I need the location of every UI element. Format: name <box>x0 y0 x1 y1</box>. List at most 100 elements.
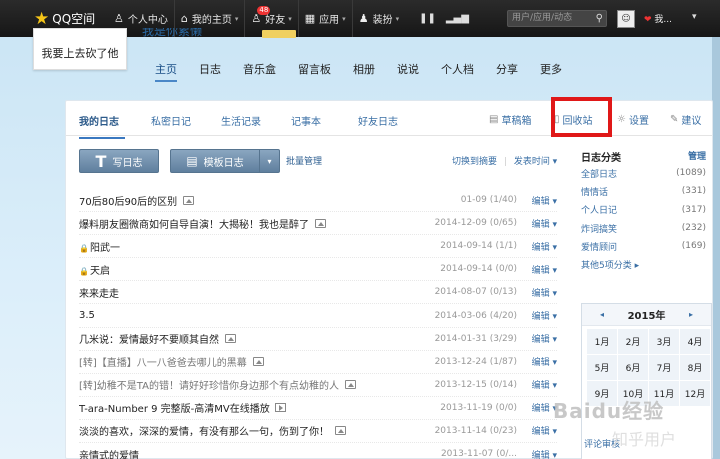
blog-post-row[interactable]: 几米说：爱情最好不要顺其自然 2014-01-31 (3/29) 编辑 ▾ <box>79 328 557 351</box>
post-title[interactable]: 几米说：爱情最好不要顺其自然 <box>79 331 219 346</box>
subtab-2[interactable]: 生活记录 <box>221 113 261 128</box>
profile-avatar[interactable]: 我要上去砍了他 <box>33 28 127 70</box>
tab-0[interactable]: 主页 <box>155 61 177 82</box>
search-icon[interactable]: ⚲ <box>596 11 603 26</box>
tab-1[interactable]: 日志 <box>199 61 221 82</box>
edit-dropdown[interactable]: 编辑 ▾ <box>532 309 557 322</box>
action-2[interactable]: ☼ 设置 <box>617 112 649 127</box>
edit-dropdown[interactable]: 编辑 ▾ <box>532 332 557 345</box>
month-cell[interactable]: 6月 <box>618 355 648 380</box>
post-title-text: 来来走走 <box>79 288 119 300</box>
month-cell[interactable]: 5月 <box>587 355 617 380</box>
category-item[interactable]: 爱情顾问 (169) <box>581 237 710 255</box>
post-stats: (1/87) <box>489 356 517 367</box>
blog-post-row[interactable]: 淡淡的喜欢，深深的爱情，有没有那么一句，伤到了你！ 2013-11-14 (0/2… <box>79 420 557 444</box>
edit-dropdown[interactable]: 编辑 ▾ <box>532 378 557 391</box>
blog-post-row[interactable]: [转]【直播】八一八爸爸去哪儿的黑幕 2013-12-24 (1/87) 编辑 ▾ <box>79 351 557 374</box>
category-item[interactable]: 个人日记 (317) <box>581 201 710 219</box>
post-title[interactable]: 亲情式的爱情 <box>79 447 139 459</box>
category-item[interactable]: 情情话 (331) <box>581 182 710 200</box>
post-title[interactable]: [转]幼稚不是TA的错！请好好珍惜你身边那个有点幼稚的人 <box>79 377 339 392</box>
post-title[interactable]: T-ara-Number 9 完整版-高清MV在线播放 <box>79 400 270 415</box>
subtab-0[interactable]: 我的日志 <box>79 113 125 139</box>
blog-post-row[interactable]: 来来走走 2014-08-07 (0/13) 编辑 ▾ <box>79 281 557 305</box>
edit-dropdown[interactable]: 编辑 ▾ <box>532 424 557 437</box>
text-icon: T <box>95 151 107 171</box>
avatar[interactable]: ☺ <box>617 10 635 28</box>
edit-dropdown[interactable]: 编辑 ▾ <box>532 217 557 230</box>
chevron-left-icon[interactable]: ◂ <box>600 310 604 319</box>
batch-manage-link[interactable]: 批量管理 <box>286 154 322 167</box>
post-stats: (0/... <box>496 449 517 459</box>
blog-post-row[interactable]: 70后80后90后的区别 01-09 (1/40) 编辑 ▾ <box>79 189 557 213</box>
post-title[interactable]: [转]【直播】八一八爸爸去哪儿的黑幕 <box>79 354 247 369</box>
category-item[interactable]: 炸词搞笑 (232) <box>581 219 710 237</box>
blog-post-row[interactable]: [转]幼稚不是TA的错！请好好珍惜你身边那个有点幼稚的人 2013-12-15 (… <box>79 374 557 397</box>
category-item[interactable]: 全部日志 (1089) <box>581 164 710 182</box>
action-3[interactable]: ✎ 建议 <box>670 112 701 127</box>
blog-post-row[interactable]: 爆料朋友圈微商如何自导自演！大揭秘！我也是醉了 2014-12-09 (0/65)… <box>79 212 557 236</box>
tab-7[interactable]: 分享 <box>496 61 518 82</box>
action-0[interactable]: ▤ 草稿箱 <box>489 112 531 127</box>
qzone-logo[interactable]: ★ QQ空间 <box>34 9 108 29</box>
blog-post-row[interactable]: 亲情式的爱情 2013-11-07 (0/... 编辑 ▾ <box>79 443 557 459</box>
edit-dropdown[interactable]: 编辑 ▾ <box>532 286 557 299</box>
blog-post-row[interactable]: T-ara-Number 9 完整版-高清MV在线播放 2013-11-19 (0… <box>79 397 557 420</box>
more-icon[interactable]: ▾ <box>692 12 697 22</box>
action-label: 建议 <box>681 116 702 127</box>
tab-5[interactable]: 说说 <box>397 61 419 82</box>
more-categories-link[interactable]: 其他5项分类 ▸ <box>581 255 710 273</box>
post-title-text: 亲情式的爱情 <box>79 450 139 459</box>
chevron-down-icon[interactable]: ▾ <box>259 150 279 172</box>
template-blog-button[interactable]: ▤ 模板日志 ▾ <box>170 149 280 173</box>
chevron-right-icon[interactable]: ▸ <box>689 310 693 319</box>
edit-dropdown[interactable]: 编辑 ▾ <box>532 240 557 253</box>
pause-icon[interactable]: ❚❚ <box>419 13 436 24</box>
month-cell[interactable]: 4月 <box>680 329 710 354</box>
post-title[interactable]: 3.5 <box>79 310 95 321</box>
sort-by-time-dropdown[interactable]: 发表时间 ▾ <box>514 157 557 167</box>
post-date: 2014-01-31 <box>434 333 487 344</box>
tab-8[interactable]: 更多 <box>540 61 562 82</box>
month-cell[interactable]: 1月 <box>587 329 617 354</box>
subtab-1[interactable]: 私密日记 <box>151 113 191 128</box>
post-title[interactable]: 来来走走 <box>79 285 119 300</box>
post-date: 2014-09-14 <box>440 264 493 275</box>
post-title[interactable]: 70后80后90后的区别 <box>79 193 177 208</box>
image-icon <box>344 380 356 390</box>
blog-post-row[interactable]: 🔒阳武一 2014-09-14 (1/1) 编辑 ▾ <box>79 235 557 259</box>
blog-post-row[interactable]: 🔒天启 2014-09-14 (0/0) 编辑 ▾ <box>79 258 557 282</box>
post-title-text: 淡淡的喜欢，深深的爱情，有没有那么一句，伤到了你！ <box>79 427 329 439</box>
edit-dropdown[interactable]: 编辑 ▾ <box>532 448 557 459</box>
edit-dropdown[interactable]: 编辑 ▾ <box>532 355 557 368</box>
tab-2[interactable]: 音乐盒 <box>243 61 276 82</box>
user-name-menu[interactable]: ❤ 我... <box>644 12 672 25</box>
subtab-3[interactable]: 记事本 <box>291 113 321 128</box>
post-title[interactable]: 淡淡的喜欢，深深的爱情，有没有那么一句，伤到了你！ <box>79 423 329 438</box>
scroll-track[interactable] <box>712 32 720 459</box>
edit-dropdown[interactable]: 编辑 ▾ <box>532 194 557 207</box>
post-title[interactable]: 🔒天启 <box>79 262 110 277</box>
post-title[interactable]: 🔒阳武一 <box>79 239 120 254</box>
manage-categories-link[interactable]: 管理 <box>688 149 706 162</box>
video-icon <box>274 403 286 413</box>
profile-name[interactable]: 我是你累懒 <box>142 28 202 38</box>
month-cell[interactable]: 3月 <box>649 329 679 354</box>
month-cell[interactable]: 2月 <box>618 329 648 354</box>
edit-dropdown[interactable]: 编辑 ▾ <box>532 263 557 276</box>
tab-4[interactable]: 相册 <box>353 61 375 82</box>
switch-summary-link[interactable]: 切换到摘要 <box>452 157 497 167</box>
tab-6[interactable]: 个人档 <box>441 61 474 82</box>
write-blog-button[interactable]: T 写日志 <box>79 149 159 173</box>
month-cell[interactable]: 8月 <box>680 355 710 380</box>
bar-chart-icon[interactable]: ▂▄▆ <box>446 13 469 24</box>
month-cell[interactable]: 7月 <box>649 355 679 380</box>
tab-3[interactable]: 留言板 <box>298 61 331 82</box>
search-input[interactable]: 用户/应用/动态 ⚲ <box>507 10 607 27</box>
nav-item-3[interactable]: ▦ 应用 ▾ <box>299 0 352 37</box>
post-title[interactable]: 爆料朋友圈微商如何自导自演！大揭秘！我也是醉了 <box>79 216 309 231</box>
subtab-4[interactable]: 好友日志 <box>358 113 398 128</box>
nav-item-4[interactable]: ♟ 装扮 ▾ <box>353 0 405 37</box>
blog-post-row[interactable]: 3.5 2014-03-06 (4/20) 编辑 ▾ <box>79 304 557 328</box>
month-cell[interactable]: 12月 <box>680 381 710 406</box>
